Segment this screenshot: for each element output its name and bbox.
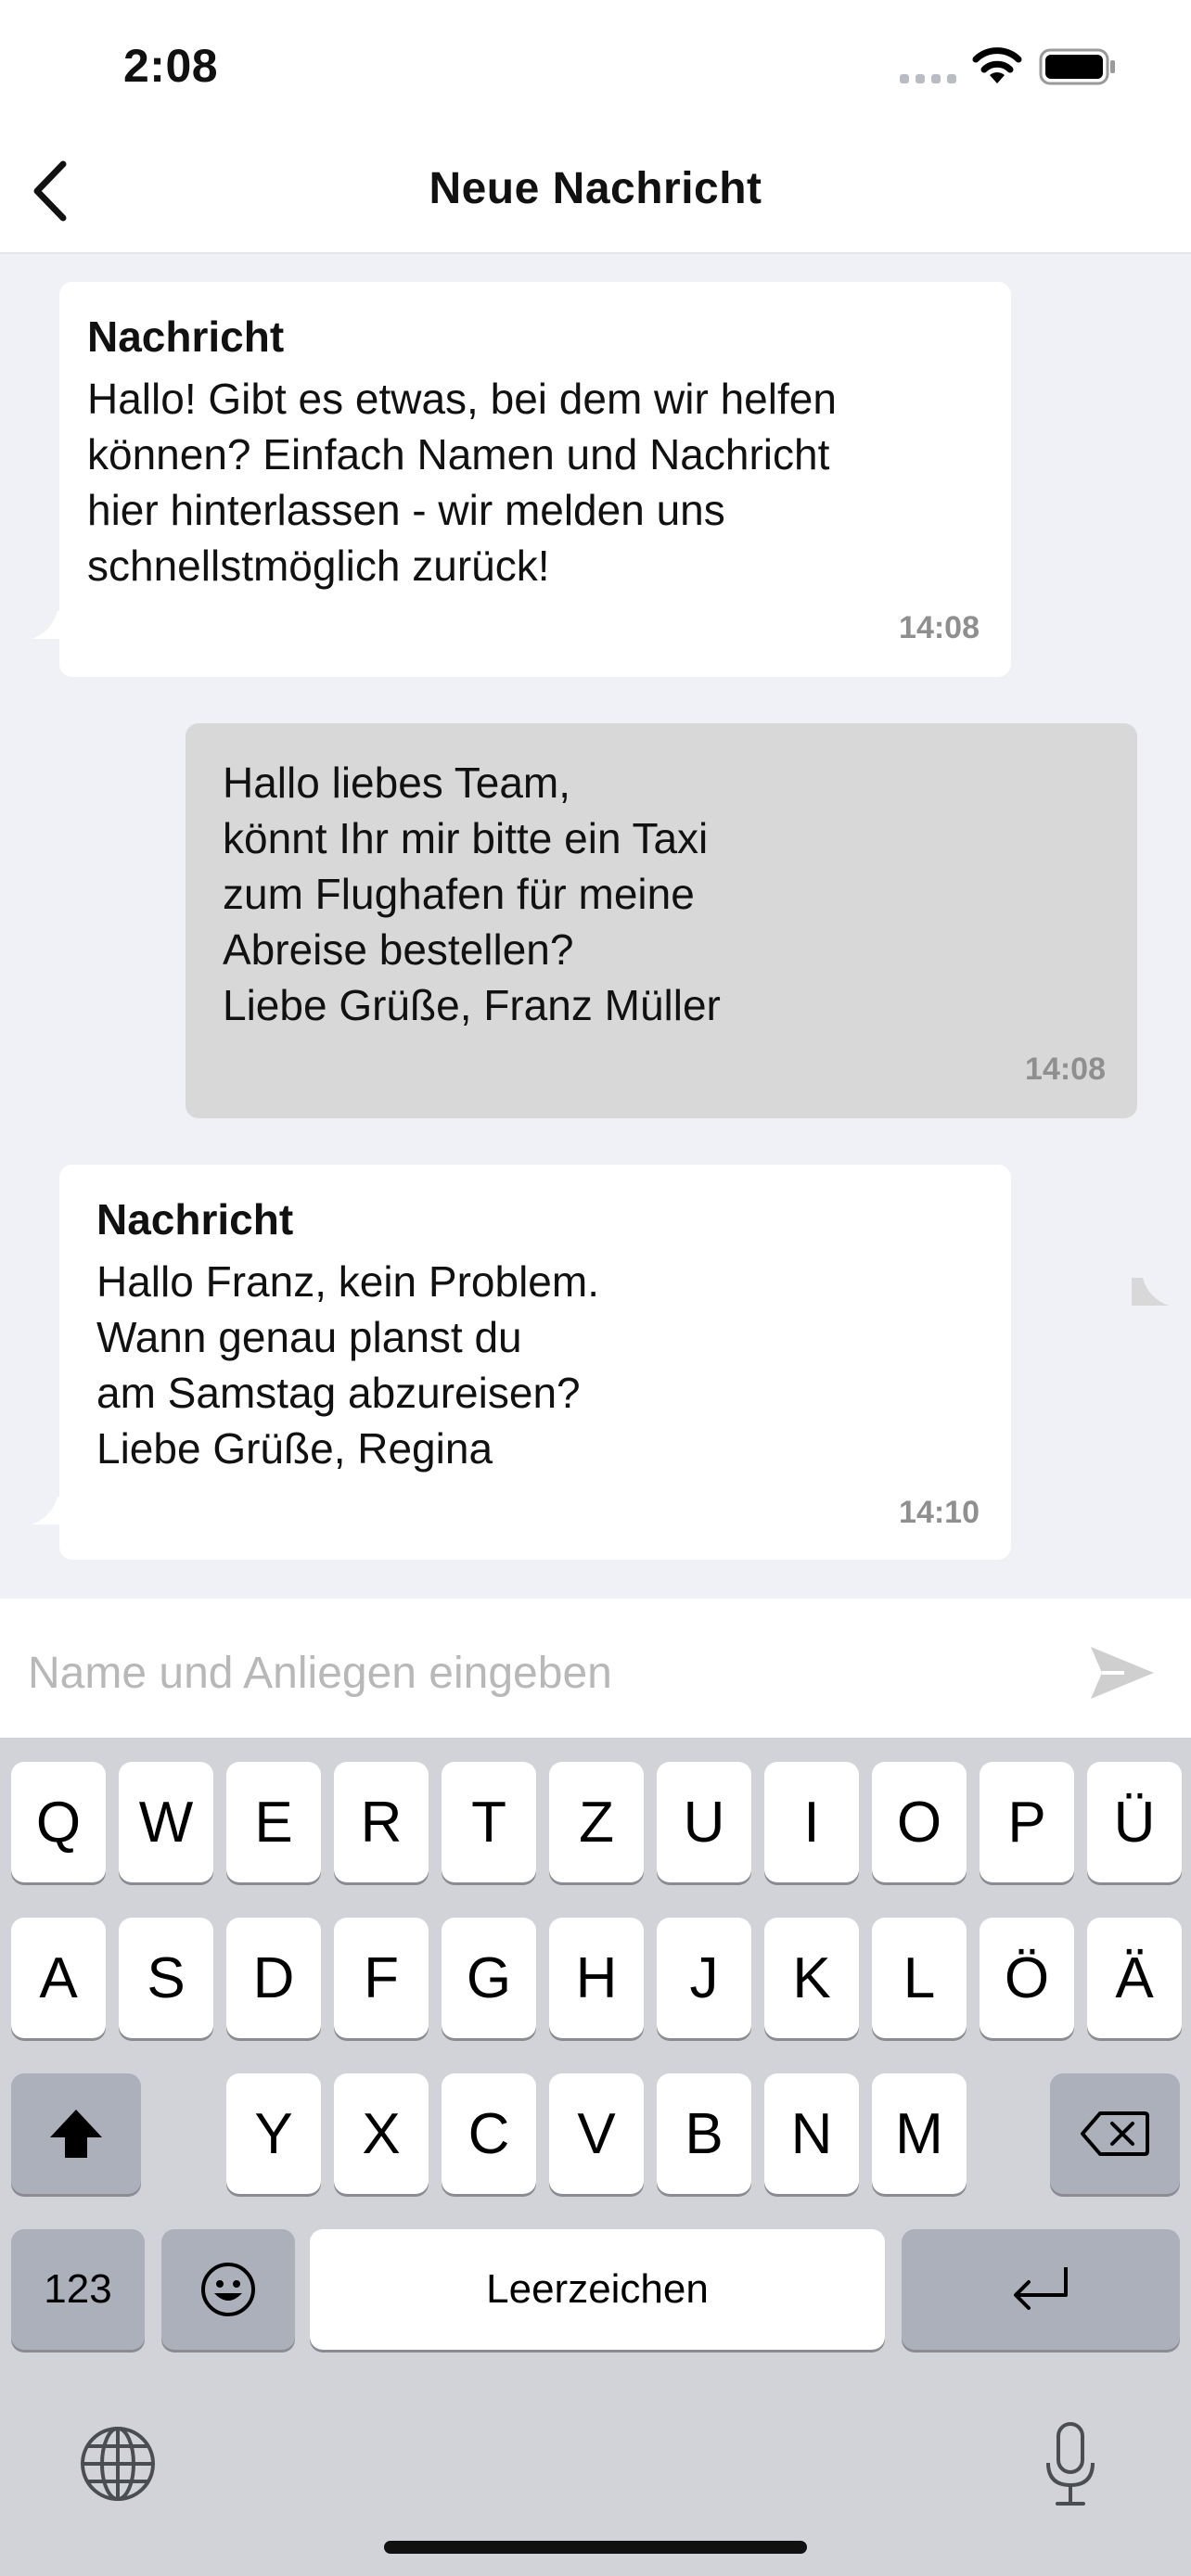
- chat-area[interactable]: Nachricht Hallo! Gibt es etwas, bei dem …: [0, 256, 1191, 1599]
- emoji-icon: [201, 2263, 255, 2316]
- key[interactable]: N: [764, 2073, 859, 2194]
- key[interactable]: F: [334, 1918, 429, 2038]
- key[interactable]: T: [442, 1762, 536, 1882]
- message-bubble-incoming: Nachricht Hallo Franz, kein Problem. Wan…: [59, 1165, 1011, 1560]
- message-time: 14:10: [899, 1495, 980, 1530]
- key[interactable]: U: [657, 1762, 751, 1882]
- key[interactable]: R: [334, 1762, 429, 1882]
- wifi-icon: [971, 45, 1023, 85]
- message-bubble-incoming: Nachricht Hallo! Gibt es etwas, bei dem …: [59, 282, 1011, 677]
- key[interactable]: Y: [226, 2073, 321, 2194]
- message-time: 14:08: [899, 610, 980, 645]
- key[interactable]: Q: [11, 1762, 106, 1882]
- key[interactable]: B: [657, 2073, 751, 2194]
- key[interactable]: W: [119, 1762, 213, 1882]
- key[interactable]: P: [980, 1762, 1074, 1882]
- navigation-header: Neue Nachricht: [0, 130, 1191, 254]
- key[interactable]: E: [226, 1762, 321, 1882]
- shift-key[interactable]: [11, 2073, 141, 2194]
- page-title: Neue Nachricht: [429, 164, 762, 213]
- message-text: Hallo Franz, kein Problem. Wann genau pl…: [96, 1257, 599, 1473]
- key[interactable]: J: [657, 1918, 751, 2038]
- microphone-button[interactable]: [1043, 2420, 1098, 2509]
- key[interactable]: I: [764, 1762, 859, 1882]
- globe-icon: [81, 2427, 155, 2501]
- key[interactable]: Z: [549, 1762, 644, 1882]
- key[interactable]: Ü: [1087, 1762, 1182, 1882]
- key[interactable]: L: [872, 1918, 967, 2038]
- message-input[interactable]: [28, 1640, 1048, 1705]
- status-bar: 2:08: [0, 0, 1191, 130]
- key[interactable]: O: [872, 1762, 967, 1882]
- key[interactable]: G: [442, 1918, 536, 2038]
- keyboard: Q W E R T Z U I O P Ü A S D F G H J K L …: [0, 1738, 1191, 2576]
- return-key[interactable]: [902, 2229, 1180, 2350]
- key[interactable]: H: [549, 1918, 644, 2038]
- shift-icon: [50, 2110, 102, 2158]
- key[interactable]: C: [442, 2073, 536, 2194]
- space-key[interactable]: Leerzeichen: [310, 2229, 885, 2350]
- send-icon: [1091, 1647, 1154, 1699]
- backspace-icon: [1081, 2111, 1149, 2156]
- key[interactable]: A: [11, 1918, 106, 2038]
- microphone-icon: [1046, 2422, 1095, 2506]
- send-button[interactable]: [1087, 1643, 1158, 1702]
- battery-icon: [1039, 48, 1117, 85]
- key[interactable]: Ä: [1087, 1918, 1182, 2038]
- key[interactable]: D: [226, 1918, 321, 2038]
- key[interactable]: S: [119, 1918, 213, 2038]
- message-text: Hallo! Gibt es etwas, bei dem wir helfen…: [87, 375, 837, 590]
- message-bubble-outgoing: Hallo liebes Team, könnt Ihr mir bitte e…: [186, 723, 1137, 1118]
- key[interactable]: V: [549, 2073, 644, 2194]
- message-composer: [0, 1599, 1191, 1738]
- message-sender: Nachricht: [96, 1195, 294, 1243]
- message-text: Hallo liebes Team, könnt Ihr mir bitte e…: [223, 759, 721, 1029]
- backspace-key[interactable]: [1050, 2073, 1180, 2194]
- cellular-signal-icon: [900, 74, 957, 83]
- message-time: 14:08: [1025, 1052, 1106, 1087]
- key[interactable]: M: [872, 2073, 967, 2194]
- emoji-key[interactable]: [161, 2229, 295, 2350]
- message-sender: Nachricht: [87, 312, 285, 361]
- key[interactable]: X: [334, 2073, 429, 2194]
- numbers-key[interactable]: 123: [11, 2229, 145, 2350]
- globe-button[interactable]: [78, 2424, 158, 2504]
- home-indicator: [384, 2541, 807, 2554]
- status-time: 2:08: [123, 40, 219, 92]
- key[interactable]: Ö: [980, 1918, 1074, 2038]
- return-icon: [1014, 2267, 1068, 2310]
- bubble-tail: [1132, 1278, 1169, 1306]
- key[interactable]: K: [764, 1918, 859, 2038]
